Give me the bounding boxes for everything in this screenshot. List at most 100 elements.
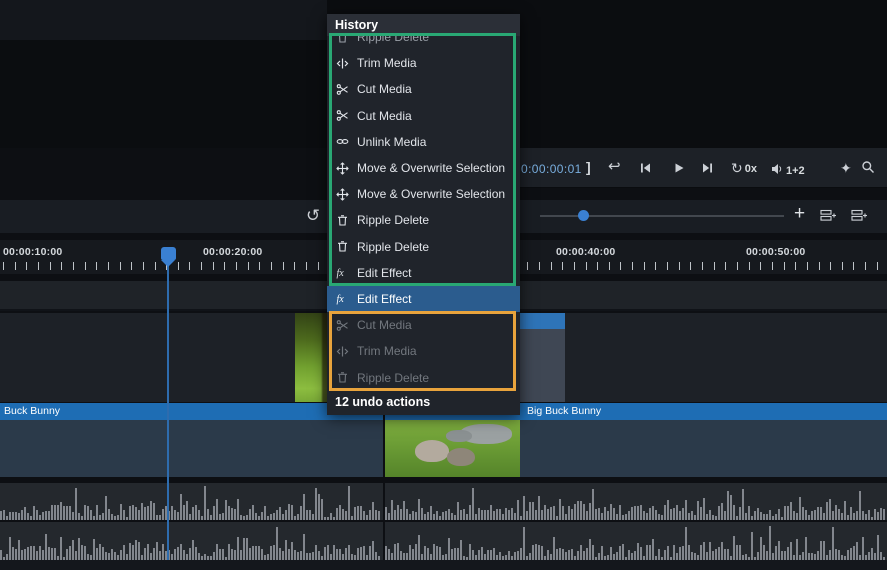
move-icon	[335, 162, 350, 175]
clip-thumbnail-bunnies	[385, 420, 520, 477]
unlink-icon	[335, 135, 350, 148]
history-item-cut-media[interactable]: Cut Media	[327, 76, 520, 102]
timeline-zoom-slider[interactable]	[540, 205, 784, 227]
history-list: Ripple Delete Trim Media Cut Media Cut Medi…	[327, 36, 520, 391]
add-button[interactable]: +	[794, 204, 805, 223]
cut-icon	[335, 109, 350, 122]
trash-icon	[335, 214, 350, 227]
clip-name: Big Buck Bunny	[527, 403, 601, 420]
history-item-ripple-delete[interactable]: Ripple Delete	[327, 207, 520, 233]
clip-name: Buck Bunny	[0, 405, 60, 417]
svg-text:fx: fx	[336, 294, 344, 305]
trash-icon	[335, 240, 350, 253]
timecode-display[interactable]: 0:00:00:01	[521, 162, 582, 176]
fx-icon: fx	[335, 266, 350, 279]
history-item-label: Ripple Delete	[357, 240, 520, 254]
history-item-label: Cut Media	[357, 109, 520, 123]
cut-icon	[335, 319, 350, 332]
undo-count-label: 12 undo actions	[327, 391, 520, 415]
audio-channels-label: 1+2	[786, 165, 805, 177]
history-item-label: Move & Overwrite Selection	[357, 161, 520, 175]
clip-body	[385, 420, 887, 477]
speed-label: 0x	[745, 163, 757, 175]
undo-history-icon[interactable]: ↺	[306, 207, 320, 224]
audio-clip[interactable]	[385, 522, 887, 560]
slider-track	[540, 215, 784, 217]
transport-left-spacer	[0, 0, 327, 40]
skip-back-icon[interactable]	[639, 162, 652, 176]
refresh-icon: ↻	[731, 160, 743, 177]
timecode-label: 00:00:40:00	[556, 246, 615, 258]
history-item-move-overwrite-selection[interactable]: Move & Overwrite Selection	[327, 155, 520, 181]
timecode-label: 00:00:20:00	[203, 246, 262, 258]
history-item-label: Cut Media	[357, 318, 520, 332]
playhead-marker[interactable]	[161, 247, 176, 260]
history-item-label: Trim Media	[357, 344, 520, 358]
timecode-label: 00:00:10:00	[3, 246, 62, 258]
playhead-line	[167, 265, 169, 560]
timecode-label: 00:00:50:00	[746, 246, 805, 258]
add-video-track-icon[interactable]	[820, 208, 837, 225]
trim-icon	[335, 345, 350, 358]
clip-buck-bunny[interactable]: Buck Bunny	[0, 403, 383, 477]
fx-icon: fx	[335, 292, 350, 305]
bunny-shape	[415, 440, 449, 462]
audio-track-2	[0, 522, 887, 560]
history-item-label: Move & Overwrite Selection	[357, 187, 520, 201]
waveform	[0, 522, 383, 560]
audio-clip[interactable]	[385, 483, 887, 520]
clip-header	[520, 313, 565, 329]
add-audio-track-icon[interactable]	[851, 208, 868, 225]
history-item-edit-effect[interactable]: fx Edit Effect	[327, 260, 520, 286]
history-item-cut-media[interactable]: Cut Media	[327, 103, 520, 129]
history-item-label: Cut Media	[357, 82, 520, 96]
history-item-label: Ripple Delete	[357, 36, 520, 44]
skip-forward-icon[interactable]	[701, 162, 714, 176]
playback-speed-control[interactable]: ↻ 0x	[731, 160, 757, 177]
history-item-trim-media[interactable]: Trim Media	[327, 338, 520, 364]
audio-track-1	[0, 483, 887, 520]
history-panel: History Ripple Delete Trim Media Cut Media…	[327, 14, 520, 415]
svg-text:fx: fx	[336, 268, 344, 279]
history-item-label: Ripple Delete	[357, 213, 520, 227]
sparkle-icon[interactable]: ✦	[840, 161, 852, 175]
history-item-move-overwrite-selection[interactable]: Move & Overwrite Selection	[327, 181, 520, 207]
waveform	[0, 483, 383, 520]
history-item-unlink-media[interactable]: Unlink Media	[327, 129, 520, 155]
mark-out-button[interactable]: ]	[586, 160, 591, 174]
history-item-trim-media[interactable]: Trim Media	[327, 50, 520, 76]
history-item-label: Edit Effect	[357, 292, 520, 306]
clip-name-bar: Buck Bunny	[0, 403, 383, 420]
cut-icon	[335, 83, 350, 96]
loop-icon[interactable]: ↩	[608, 159, 621, 174]
waveform	[385, 483, 887, 520]
history-item-label: Ripple Delete	[357, 371, 520, 385]
trash-icon	[335, 36, 350, 44]
rock-shape	[446, 430, 472, 442]
history-item-ripple-delete[interactable]: Ripple Delete	[327, 36, 520, 50]
move-icon	[335, 188, 350, 201]
audio-clip[interactable]	[0, 522, 383, 560]
zoom-icon[interactable]	[861, 160, 875, 176]
history-item-label: Edit Effect	[357, 266, 520, 280]
video-editor-app: 0:00:00:01 ] ↩ ↻ 0x 1+2 ✦ ↺ + 00:00:10:0…	[0, 0, 887, 570]
history-item-ripple-delete[interactable]: Ripple Delete	[327, 364, 520, 390]
history-item-ripple-delete[interactable]: Ripple Delete	[327, 234, 520, 260]
audio-clip[interactable]	[0, 483, 383, 520]
history-item-edit-effect[interactable]: fx Edit Effect	[327, 286, 520, 312]
speaker-icon	[771, 162, 784, 180]
bunny-shape	[447, 448, 475, 466]
audio-monitor-control[interactable]: 1+2	[771, 162, 805, 180]
history-item-label: Trim Media	[357, 56, 520, 70]
waveform	[385, 522, 887, 560]
bottom-strip	[0, 560, 887, 570]
history-panel-title: History	[327, 14, 520, 36]
selected-clip[interactable]	[520, 313, 565, 402]
history-item-cut-media[interactable]: Cut Media	[327, 312, 520, 338]
clip-body	[0, 420, 383, 477]
play-icon[interactable]	[673, 162, 685, 176]
trash-icon	[335, 371, 350, 384]
slider-handle[interactable]	[578, 210, 589, 221]
history-item-label: Unlink Media	[357, 135, 520, 149]
trim-icon	[335, 57, 350, 70]
